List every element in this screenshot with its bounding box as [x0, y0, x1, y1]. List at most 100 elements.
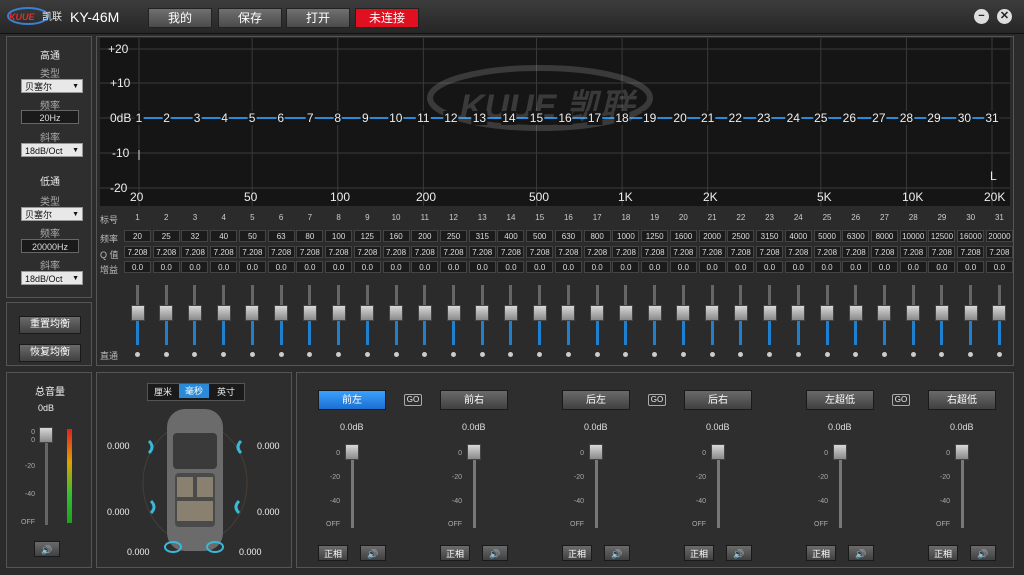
band-gain-slider[interactable] — [590, 305, 605, 321]
band-freq-input[interactable]: 20 — [124, 230, 151, 242]
band-q-input[interactable]: 7.208 — [842, 246, 870, 258]
band-freq-input[interactable]: 16000 — [957, 230, 985, 242]
band-freq-input[interactable]: 12500 — [928, 230, 956, 242]
channel-fader[interactable] — [833, 444, 847, 460]
band-gain-input[interactable]: 0.0 — [583, 261, 611, 273]
band-bypass-toggle[interactable] — [594, 352, 600, 357]
band-freq-input[interactable]: 800 — [583, 230, 611, 242]
band-marker[interactable]: 6 — [276, 111, 286, 125]
speaker-icon[interactable]: 🔊 — [360, 545, 386, 561]
band-marker[interactable]: 8 — [333, 111, 343, 125]
band-gain-input[interactable]: 0.0 — [899, 261, 927, 273]
band-freq-input[interactable]: 32 — [181, 230, 209, 242]
band-gain-slider[interactable] — [446, 305, 461, 321]
band-marker[interactable]: 7 — [305, 111, 315, 125]
band-marker[interactable]: 18 — [614, 111, 630, 125]
band-freq-input[interactable]: 160 — [382, 230, 410, 242]
band-q-input[interactable]: 7.208 — [957, 246, 985, 258]
speaker-icon[interactable]: 🔊 — [726, 545, 752, 561]
band-q-input[interactable]: 7.208 — [813, 246, 841, 258]
phase-button[interactable]: 正相 — [318, 545, 348, 561]
band-gain-slider[interactable] — [331, 305, 346, 321]
band-q-input[interactable]: 7.208 — [641, 246, 669, 258]
band-bypass-toggle[interactable] — [163, 352, 169, 357]
band-freq-input[interactable]: 100 — [325, 230, 353, 242]
band-marker[interactable]: 17 — [586, 111, 603, 125]
band-gain-input[interactable]: 0.0 — [210, 261, 238, 273]
band-q-input[interactable]: 7.208 — [698, 246, 726, 258]
band-gain-input[interactable]: 0.0 — [756, 261, 784, 273]
band-gain-input[interactable]: 0.0 — [784, 261, 812, 273]
band-q-input[interactable]: 7.208 — [727, 246, 755, 258]
band-gain-slider[interactable] — [906, 305, 921, 321]
band-gain-input[interactable]: 0.0 — [411, 261, 439, 273]
channel-fader[interactable] — [467, 444, 481, 460]
band-marker[interactable]: 14 — [501, 111, 517, 125]
minimize-icon[interactable]: − — [974, 9, 989, 24]
band-gain-slider[interactable] — [360, 305, 375, 321]
band-gain-input[interactable]: 0.0 — [152, 261, 180, 273]
band-freq-input[interactable]: 1000 — [612, 230, 640, 242]
band-marker[interactable]: 24 — [785, 111, 801, 125]
lowpass-type-select[interactable]: 贝塞尔 ▼ — [21, 207, 83, 221]
delay-front-right[interactable]: 0.000 — [257, 441, 280, 451]
band-bypass-toggle[interactable] — [824, 352, 830, 357]
band-marker[interactable]: 26 — [841, 111, 858, 125]
band-freq-input[interactable]: 315 — [468, 230, 496, 242]
band-gain-slider[interactable] — [187, 305, 202, 321]
band-gain-slider[interactable] — [130, 305, 145, 321]
band-freq-input[interactable]: 8000 — [870, 230, 898, 242]
band-marker[interactable]: 20 — [672, 111, 688, 125]
lowpass-freq-input[interactable]: 20000Hz — [21, 239, 79, 253]
band-bypass-toggle[interactable] — [680, 352, 686, 357]
phase-button[interactable]: 正相 — [928, 545, 958, 561]
band-gain-slider[interactable] — [159, 305, 174, 321]
band-q-input[interactable]: 7.208 — [440, 246, 468, 258]
band-gain-slider[interactable] — [503, 305, 518, 321]
reset-eq-button[interactable]: 重置均衡 — [19, 316, 81, 334]
band-freq-input[interactable]: 1600 — [669, 230, 697, 242]
band-gain-slider[interactable] — [618, 305, 633, 321]
band-marker[interactable]: 1 — [134, 111, 144, 125]
speaker-icon[interactable]: 🔊 — [604, 545, 630, 561]
band-gain-input[interactable]: 0.0 — [440, 261, 468, 273]
band-q-input[interactable]: 7.208 — [928, 246, 956, 258]
speaker-icon[interactable]: 🔊 — [970, 545, 996, 561]
phase-button[interactable]: 正相 — [684, 545, 714, 561]
band-q-input[interactable]: 7.208 — [756, 246, 784, 258]
band-freq-input[interactable]: 250 — [440, 230, 468, 242]
band-bypass-toggle[interactable] — [795, 352, 801, 357]
band-q-input[interactable]: 7.208 — [238, 246, 266, 258]
band-freq-input[interactable]: 500 — [526, 230, 554, 242]
band-bypass-toggle[interactable] — [996, 352, 1002, 357]
band-bypass-toggle[interactable] — [910, 352, 916, 357]
band-q-input[interactable]: 7.208 — [497, 246, 525, 258]
band-q-input[interactable]: 7.208 — [583, 246, 611, 258]
band-bypass-toggle[interactable] — [249, 352, 255, 357]
band-gain-slider[interactable] — [389, 305, 404, 321]
phase-button[interactable]: 正相 — [440, 545, 470, 561]
restore-eq-button[interactable]: 恢复均衡 — [19, 344, 81, 362]
band-freq-input[interactable]: 1250 — [641, 230, 669, 242]
band-q-input[interactable]: 7.208 — [124, 246, 151, 258]
band-q-input[interactable]: 7.208 — [152, 246, 180, 258]
band-q-input[interactable]: 7.208 — [181, 246, 209, 258]
band-gain-input[interactable]: 0.0 — [957, 261, 985, 273]
band-freq-input[interactable]: 200 — [411, 230, 439, 242]
band-q-input[interactable]: 7.208 — [784, 246, 812, 258]
band-gain-input[interactable]: 0.0 — [727, 261, 755, 273]
band-gain-input[interactable]: 0.0 — [669, 261, 697, 273]
band-marker[interactable]: 25 — [813, 111, 829, 125]
highpass-slope-select[interactable]: 18dB/Oct ▼ — [21, 143, 83, 157]
save-button[interactable]: 保存 — [218, 8, 282, 28]
band-bypass-toggle[interactable] — [393, 352, 399, 357]
band-gain-slider[interactable] — [848, 305, 863, 321]
band-gain-input[interactable]: 0.0 — [181, 261, 209, 273]
delay-sub-left[interactable]: 0.000 — [127, 547, 150, 557]
band-q-input[interactable]: 7.208 — [526, 246, 554, 258]
band-gain-input[interactable]: 0.0 — [870, 261, 898, 273]
channel-fader[interactable] — [345, 444, 359, 460]
band-gain-input[interactable]: 0.0 — [325, 261, 353, 273]
band-q-input[interactable]: 7.208 — [296, 246, 324, 258]
band-freq-input[interactable]: 2500 — [727, 230, 755, 242]
